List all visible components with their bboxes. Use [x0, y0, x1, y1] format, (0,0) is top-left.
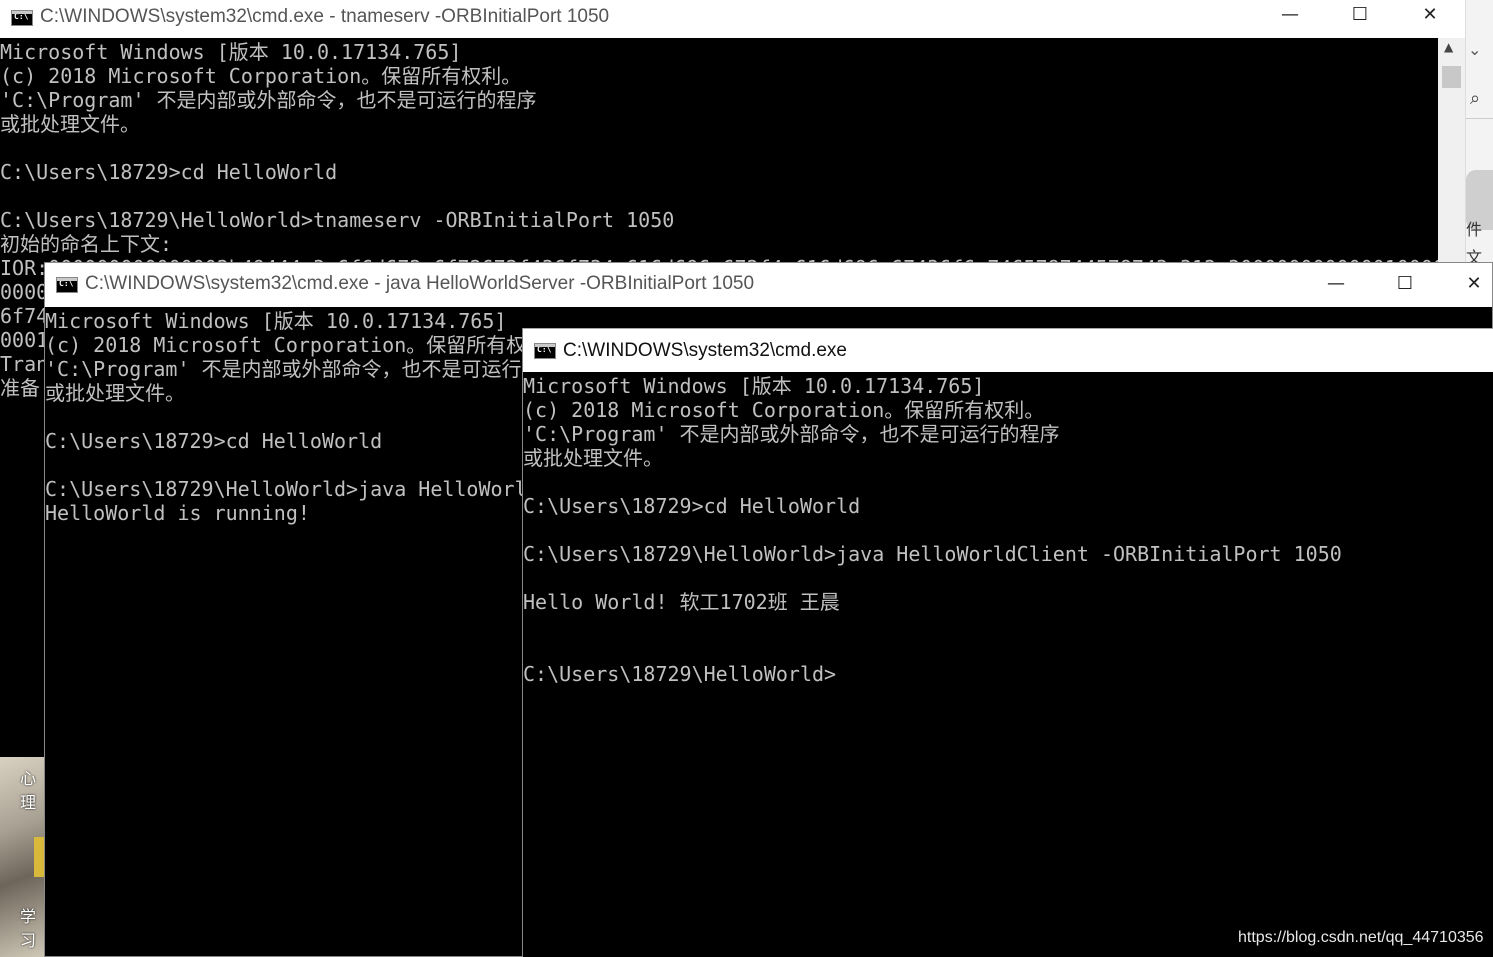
desktop-icon-label[interactable]: 心理	[20, 765, 44, 813]
folder-icon[interactable]	[34, 837, 44, 877]
window-title: C:\WINDOWS\system32\cmd.exe - tnameserv …	[40, 6, 610, 27]
console-line: 'C:\Program' 不是内部或外部命令，也不是可运行的程序	[0, 88, 537, 112]
desktop-wallpaper-fragment: 心理 学习	[0, 757, 44, 957]
console-line: HelloWorld is running!	[45, 501, 310, 525]
console-line: 准备	[0, 376, 40, 400]
console-prompt: C:\Users\18729\HelloWorld>	[523, 662, 837, 686]
console-line: Microsoft Windows [版本 10.0.17134.765]	[523, 374, 985, 398]
console-line: (c) 2018 Microsoft Corporation。保留所有权利。	[0, 64, 522, 88]
search-icon[interactable]: ⌕	[1470, 88, 1480, 109]
title-bar[interactable]: C:\WINDOWS\system32\cmd.exe - tnameserv …	[0, 0, 1465, 38]
console-line: 0000	[0, 280, 49, 304]
watermark: https://blog.csdn.net/qq_44710356	[1238, 929, 1484, 946]
window-title: C:\WINDOWS\system32\cmd.exe	[563, 340, 847, 361]
scrollbar-thumb[interactable]	[1442, 66, 1461, 88]
console-line: C:\Users\18729>cd HelloWorld	[45, 429, 383, 453]
title-bar[interactable]: C:\WINDOWS\system32\cmd.exe - java Hello…	[45, 263, 1492, 307]
chevron-down-icon[interactable]: ⌄	[1468, 40, 1481, 59]
console-line: Microsoft Windows [版本 10.0.17134.765]	[45, 309, 507, 333]
minimize-button[interactable]: —	[1267, 4, 1313, 25]
console-line: C:\Users\18729\HelloWorld>tnameserv -ORB…	[0, 208, 675, 232]
cmd-icon	[56, 277, 78, 293]
console-line: Microsoft Windows [版本 10.0.17134.765]	[0, 40, 462, 64]
desktop-right-strip: ⌄ ⌕ 件 文件	[1465, 0, 1493, 291]
window-title: C:\WINDOWS\system32\cmd.exe - java Hello…	[85, 273, 755, 294]
desktop-icon-label[interactable]: 学习	[20, 903, 44, 951]
console-line: 或批处理文件。	[45, 381, 185, 405]
console-line: 6f74	[0, 304, 49, 328]
scroll-up-arrow-icon[interactable]: ▲	[1444, 40, 1453, 54]
vertical-scrollbar[interactable]: ▲	[1438, 38, 1465, 268]
console-line: 'C:\Program' 不是内部或外部命令，也不是可运行的程序	[523, 422, 1060, 446]
close-button[interactable]: ✕	[1407, 4, 1453, 25]
console-line: (c) 2018 Microsoft Corporation。保留所有权利。	[45, 333, 567, 357]
console-line: 'C:\Program' 不是内部或外部命令，也不是可运行的程序	[45, 357, 582, 381]
console-line: C:\Users\18729\HelloWorld>java HelloWorl…	[523, 542, 1342, 566]
console-line: 初始的命名上下文:	[0, 232, 173, 256]
title-bar[interactable]: C:\WINDOWS\system32\cmd.exe	[523, 328, 1493, 373]
minimize-button[interactable]: —	[1313, 273, 1359, 294]
console-line: C:\Users\18729>cd HelloWorld	[523, 494, 861, 518]
console-output[interactable]: Microsoft Windows [版本 10.0.17134.765] (c…	[523, 372, 1493, 957]
maximize-button[interactable]: ☐	[1337, 4, 1383, 25]
cmd-window-client[interactable]: C:\WINDOWS\system32\cmd.exe Microsoft Wi…	[522, 328, 1493, 957]
console-line: Tran	[0, 352, 49, 376]
console-line: 或批处理文件。	[0, 112, 140, 136]
desktop-label: 件	[1466, 222, 1483, 239]
console-line: C:\Users\18729>cd HelloWorld	[0, 160, 338, 184]
cmd-icon	[534, 343, 556, 359]
divider	[1466, 118, 1493, 119]
console-line: Hello World! 软工1702班 王晨	[523, 590, 840, 614]
console-line: 或批处理文件。	[523, 446, 663, 470]
maximize-button[interactable]: ☐	[1382, 273, 1428, 294]
close-button[interactable]: ✕	[1451, 273, 1492, 294]
console-line: (c) 2018 Microsoft Corporation。保留所有权利。	[523, 398, 1045, 422]
cmd-icon	[11, 10, 33, 26]
console-line: 0001	[0, 328, 49, 352]
